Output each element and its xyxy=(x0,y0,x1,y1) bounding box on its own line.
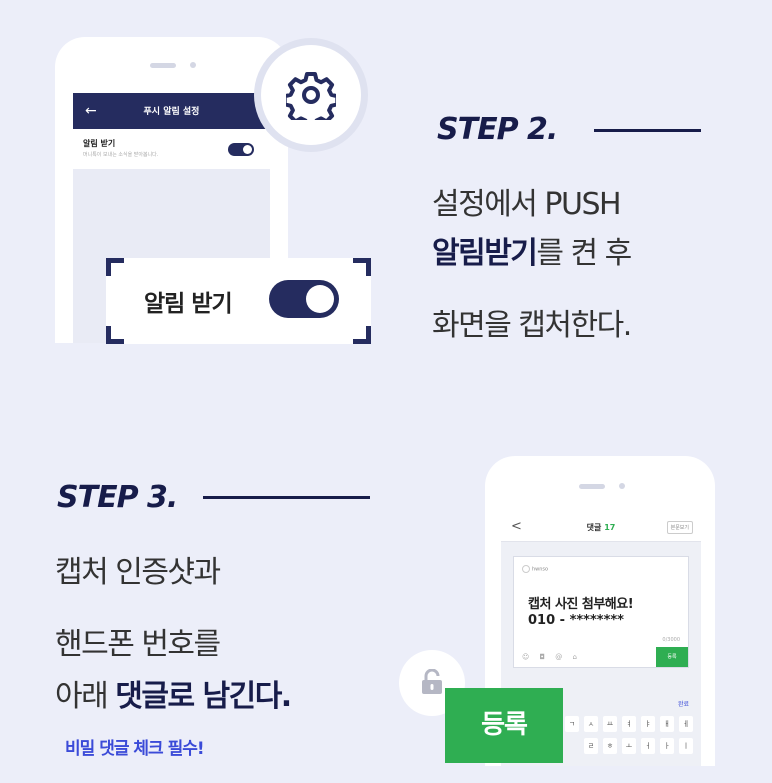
keyboard-key[interactable]: ㅑ xyxy=(641,716,655,732)
phone-speaker xyxy=(579,484,605,489)
toggle-knob xyxy=(243,145,252,154)
toggle-knob xyxy=(306,285,334,313)
keyboard-key[interactable]: ㅗ xyxy=(622,738,636,754)
comment-title-label: 댓글 xyxy=(586,523,602,532)
phone-camera xyxy=(190,62,196,68)
keyboard-key[interactable]: ㅎ xyxy=(603,738,617,754)
step3-line1: 캡처 인증샷과 xyxy=(55,555,221,590)
step3-line3-pre: 아래 xyxy=(55,679,116,714)
keyboard-key[interactable]: ㄹ xyxy=(584,738,598,754)
comment-count: 17 xyxy=(604,523,616,532)
comment-text-line1: 캡처 사진 첨부해요! xyxy=(528,597,634,612)
step3-rule xyxy=(203,496,370,499)
frame-corner xyxy=(106,326,124,344)
gear-icon xyxy=(286,72,336,120)
phone-speaker xyxy=(150,63,176,68)
comment-input-box[interactable]: hwnso 캡처 사진 첨부해요! 010 - ******** 0/3000 … xyxy=(513,556,689,668)
step3-line2: 핸드폰 번호를 xyxy=(55,627,221,662)
korean-keyboard: ㄱ ㅅ ㅛ ㅕ ㅑ ㅐ ㅔ ㄹ ㅎ ㅗ ㅓ ㅏ ㅣ xyxy=(561,712,701,766)
push-setting-row[interactable]: 알림 받기 머니톡이 보내는 소식을 받아봅니다. xyxy=(73,129,270,169)
keyboard-done-button[interactable]: 완료 xyxy=(678,699,689,708)
keyboard-key[interactable]: ㅛ xyxy=(603,716,617,732)
avatar xyxy=(522,565,530,573)
register-button[interactable]: 등록 xyxy=(445,688,563,763)
push-toggle-switch[interactable] xyxy=(228,143,254,156)
push-setting-title: 알림 받기 xyxy=(83,139,116,148)
username: hwnso xyxy=(532,566,549,573)
step2-line2-bold: 알림받기 xyxy=(432,236,538,271)
step2-line2: 알림받기를 켠 후 xyxy=(432,229,632,278)
frame-corner xyxy=(353,258,371,276)
step3-title: STEP 3. xyxy=(57,480,178,515)
keyboard-key[interactable]: ㅕ xyxy=(622,716,636,732)
secret-comment-note: 비밀 댓글 체크 필수! xyxy=(65,739,205,759)
phone-camera xyxy=(619,483,625,489)
push-setting-subtitle: 머니톡이 보내는 소식을 받아봅니다. xyxy=(83,152,159,158)
unlock-icon xyxy=(422,669,442,694)
comment-toolbar-icons[interactable]: ☺ ◘ @ ⌂ xyxy=(522,653,581,661)
view-post-button[interactable]: 본문보기 xyxy=(666,521,693,534)
comment-text-line2: 010 - ******** xyxy=(528,613,624,628)
push-toggle-highlight: 알림 받기 xyxy=(106,258,371,344)
step3-line3-bold: 댓글로 남긴다. xyxy=(115,679,292,714)
keyboard-key[interactable]: ㅅ xyxy=(584,716,598,732)
frame-corner xyxy=(353,326,371,344)
step3-line3: 아래 댓글로 남긴다. xyxy=(55,672,292,721)
comment-header: < 댓글 17 본문보기 xyxy=(501,514,701,542)
char-counter: 0/3000 xyxy=(662,637,680,643)
settings-title: 푸시 알림 설정 xyxy=(143,107,200,117)
step2-line3: 화면을 캡처한다. xyxy=(432,308,632,343)
step2-line2-rest: 를 켠 후 xyxy=(536,236,632,271)
small-register-button[interactable]: 등록 xyxy=(656,647,688,667)
keyboard-key[interactable]: ㅔ xyxy=(679,716,693,732)
keyboard-key[interactable]: ㅐ xyxy=(660,716,674,732)
frame-corner xyxy=(106,258,124,276)
keyboard-key[interactable]: ㅓ xyxy=(641,738,655,754)
step2-rule xyxy=(594,129,701,132)
settings-app-bar: ← 푸시 알림 설정 xyxy=(73,93,270,129)
keyboard-key[interactable]: ㄱ xyxy=(565,716,579,732)
step2-line1: 설정에서 PUSH xyxy=(432,187,622,222)
keyboard-key[interactable]: ㅣ xyxy=(679,738,693,754)
highlight-toggle-switch[interactable] xyxy=(269,280,339,318)
keyboard-key[interactable]: ㅏ xyxy=(660,738,674,754)
highlight-label: 알림 받기 xyxy=(144,291,233,317)
step2-title: STEP 2. xyxy=(437,112,558,147)
gear-badge xyxy=(254,38,368,152)
comment-user: hwnso xyxy=(522,565,548,573)
